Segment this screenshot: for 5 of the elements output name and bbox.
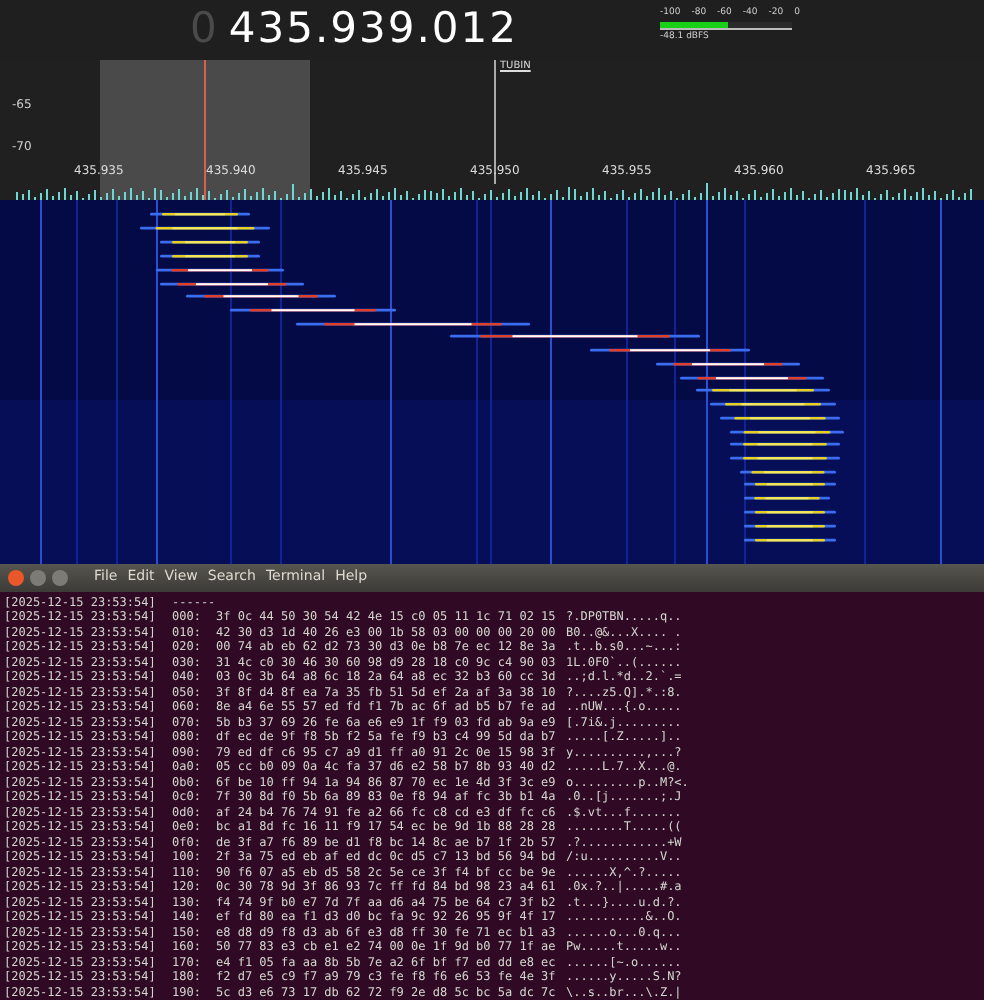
minimize-button[interactable] (30, 569, 46, 585)
marker-line (494, 59, 496, 184)
frequency-display[interactable]: 435.939.012 (228, 2, 518, 54)
close-button[interactable] (8, 569, 24, 585)
maximize-button[interactable] (52, 569, 68, 585)
